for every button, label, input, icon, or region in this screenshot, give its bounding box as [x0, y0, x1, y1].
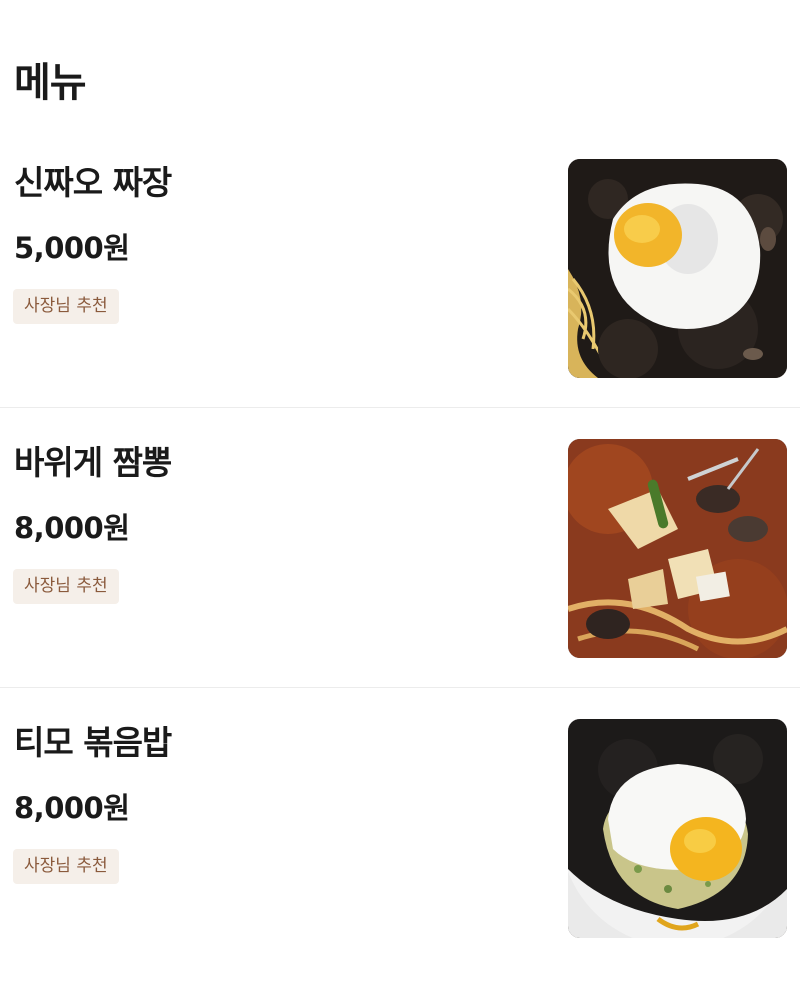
- owner-recommend-badge: 사장님 추천: [13, 289, 119, 324]
- menu-item-name: 신짜오 짜장: [14, 163, 172, 202]
- menu-item-name: 티모 볶음밥: [14, 723, 172, 762]
- owner-recommend-badge: 사장님 추천: [13, 849, 119, 884]
- jjajang-with-fried-egg-photo[interactable]: [568, 159, 787, 378]
- menu-item[interactable]: 신짜오 짜장 5,000원 사장님 추천: [0, 128, 800, 408]
- owner-recommend-badge: 사장님 추천: [13, 569, 119, 604]
- menu-item-price: 8,000원: [14, 791, 130, 825]
- menu-item[interactable]: 바위게 짬뽕 8,000원 사장님 추천: [0, 408, 800, 688]
- menu-item-price: 5,000원: [14, 231, 130, 265]
- jjamppong-seafood-noodle-photo[interactable]: [568, 439, 787, 658]
- menu-item-price: 8,000원: [14, 511, 130, 545]
- menu-section-title: 메뉴: [14, 60, 87, 106]
- menu-item-name: 바위게 짬뽕: [14, 443, 172, 482]
- menu-item[interactable]: 티모 볶음밥 8,000원 사장님 추천: [0, 688, 800, 968]
- fried-rice-with-egg-and-black-sauce-photo[interactable]: [568, 719, 787, 938]
